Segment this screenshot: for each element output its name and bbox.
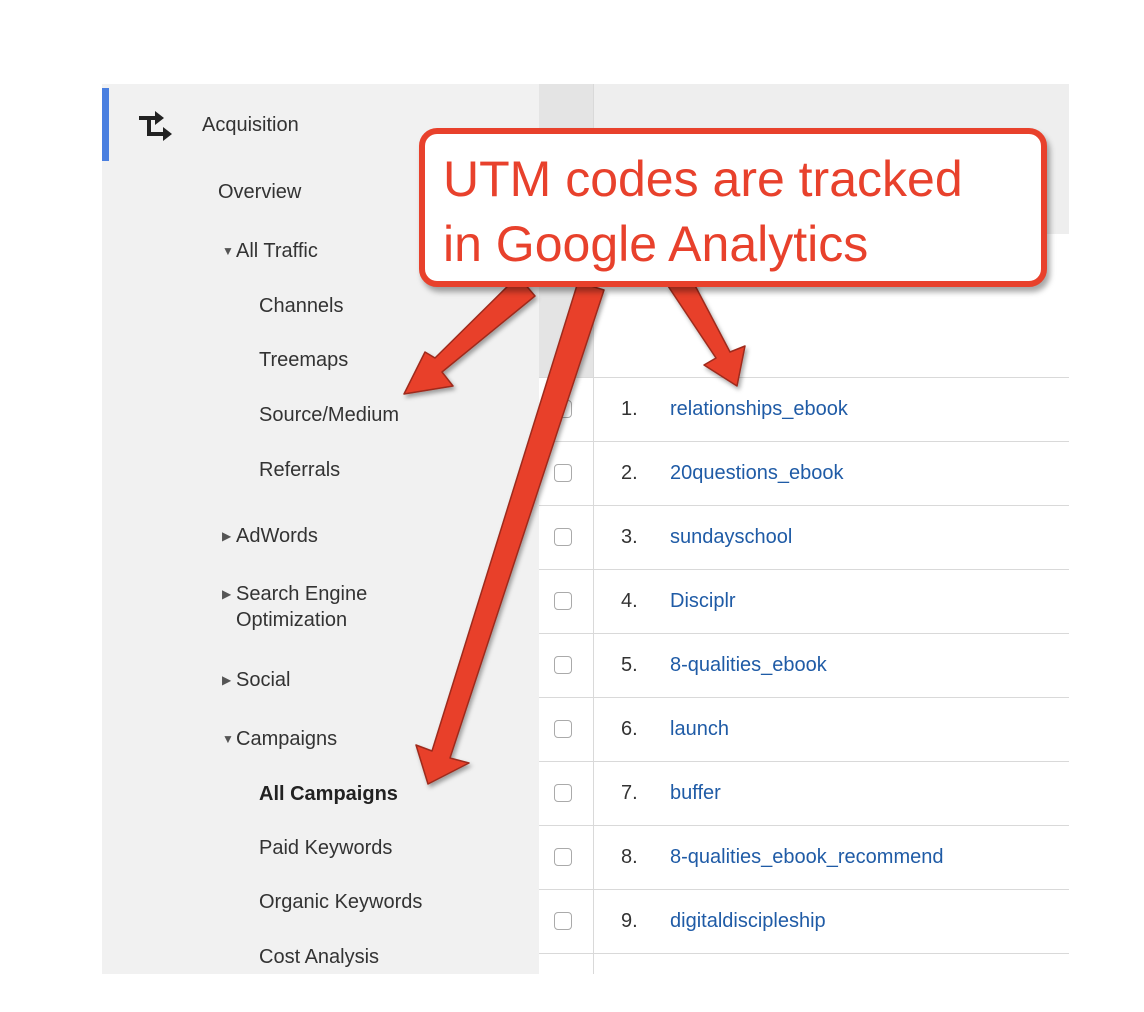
acquisition-arrows-icon [139,111,172,141]
table-row: 1. relationships_ebook [539,377,1069,442]
sidebar-item-label: All Traffic [236,240,318,262]
triangle-down-icon: ▼ [222,732,234,746]
row-checkbox[interactable] [554,400,572,418]
row-number: 5. [621,654,638,676]
campaign-link[interactable]: digitaldiscipleship [670,910,826,933]
sidebar-item-paid-keywords[interactable]: Paid Keywords [259,837,392,860]
row-checkbox[interactable] [554,912,572,930]
sidebar-section-acquisition[interactable]: Acquisition [202,114,299,137]
sidebar-item-channels[interactable]: Channels [259,295,344,318]
sidebar-item-campaigns[interactable]: ▼ Campaigns [222,728,337,751]
campaign-link[interactable]: launch [670,718,729,741]
sidebar-item-organic-keywords[interactable]: Organic Keywords [259,891,422,914]
sidebar-item-referrals[interactable]: Referrals [259,459,340,482]
table-row: 3. sundayschool [539,505,1069,570]
table-row: 2. 20questions_ebook [539,441,1069,506]
table-row: 4. Disciplr [539,569,1069,634]
campaign-link[interactable]: relationships_ebook [670,398,848,421]
table-row: 9. digitaldiscipleship [539,889,1069,954]
row-checkbox[interactable] [554,784,572,802]
sidebar-item-adwords[interactable]: ▶ AdWords [222,525,318,548]
campaign-link[interactable]: 8-qualities_ebook_recommend [670,846,944,869]
sidebar-item-social[interactable]: ▶ Social [222,669,290,692]
triangle-right-icon: ▶ [222,529,232,543]
table-row: 7. buffer [539,761,1069,826]
sidebar-item-all-traffic[interactable]: ▼ All Traffic [222,240,318,263]
row-checkbox[interactable] [554,528,572,546]
sidebar-item-treemaps[interactable]: Treemaps [259,349,348,372]
sidebar-item-label: Social [236,669,291,691]
campaign-link[interactable]: sundayschool [670,526,792,549]
row-number: 6. [621,718,638,740]
row-checkbox[interactable] [554,720,572,738]
triangle-right-icon: ▶ [222,673,232,687]
campaign-link[interactable]: buffer [670,782,721,805]
sidebar-item-source-medium[interactable]: Source/Medium [259,404,399,427]
row-checkbox[interactable] [554,464,572,482]
annotation-callout: UTM codes are tracked in Google Analytic… [419,128,1047,287]
sidebar-item-label: Search Engine [236,583,368,605]
table-row [539,953,1069,974]
row-checkbox[interactable] [554,656,572,674]
table-row: 6. launch [539,697,1069,762]
row-checkbox[interactable] [554,848,572,866]
row-number: 8. [621,846,638,868]
sidebar-active-accent [102,88,109,161]
campaign-link[interactable]: 20questions_ebook [670,462,843,485]
callout-line-2: in Google Analytics [443,216,869,272]
sidebar-item-overview[interactable]: Overview [218,181,301,204]
triangle-down-icon: ▼ [222,244,234,258]
sidebar-item-seo-label-line2: Optimization [236,609,348,631]
campaign-link[interactable]: 8-qualities_ebook [670,654,827,677]
sidebar-item-cost-analysis[interactable]: Cost Analysis [259,946,379,969]
sidebar-item-label: Campaigns [236,728,338,750]
sidebar-item-all-campaigns[interactable]: All Campaigns [259,783,398,806]
row-number: 4. [621,590,638,612]
table-row: 8. 8-qualities_ebook_recommend [539,825,1069,890]
row-number: 3. [621,526,638,548]
row-checkbox[interactable] [554,592,572,610]
campaign-link[interactable]: Disciplr [670,590,736,613]
sidebar-item-label: AdWords [236,525,318,547]
sidebar-item-seo[interactable]: ▶ Search Engine [222,583,367,606]
row-number: 7. [621,782,638,804]
table-row: 5. 8-qualities_ebook [539,633,1069,698]
row-number: 2. [621,462,638,484]
row-number: 1. [621,398,638,420]
row-number: 9. [621,910,638,932]
triangle-right-icon: ▶ [222,587,232,601]
callout-line-1: UTM codes are tracked [443,151,963,207]
